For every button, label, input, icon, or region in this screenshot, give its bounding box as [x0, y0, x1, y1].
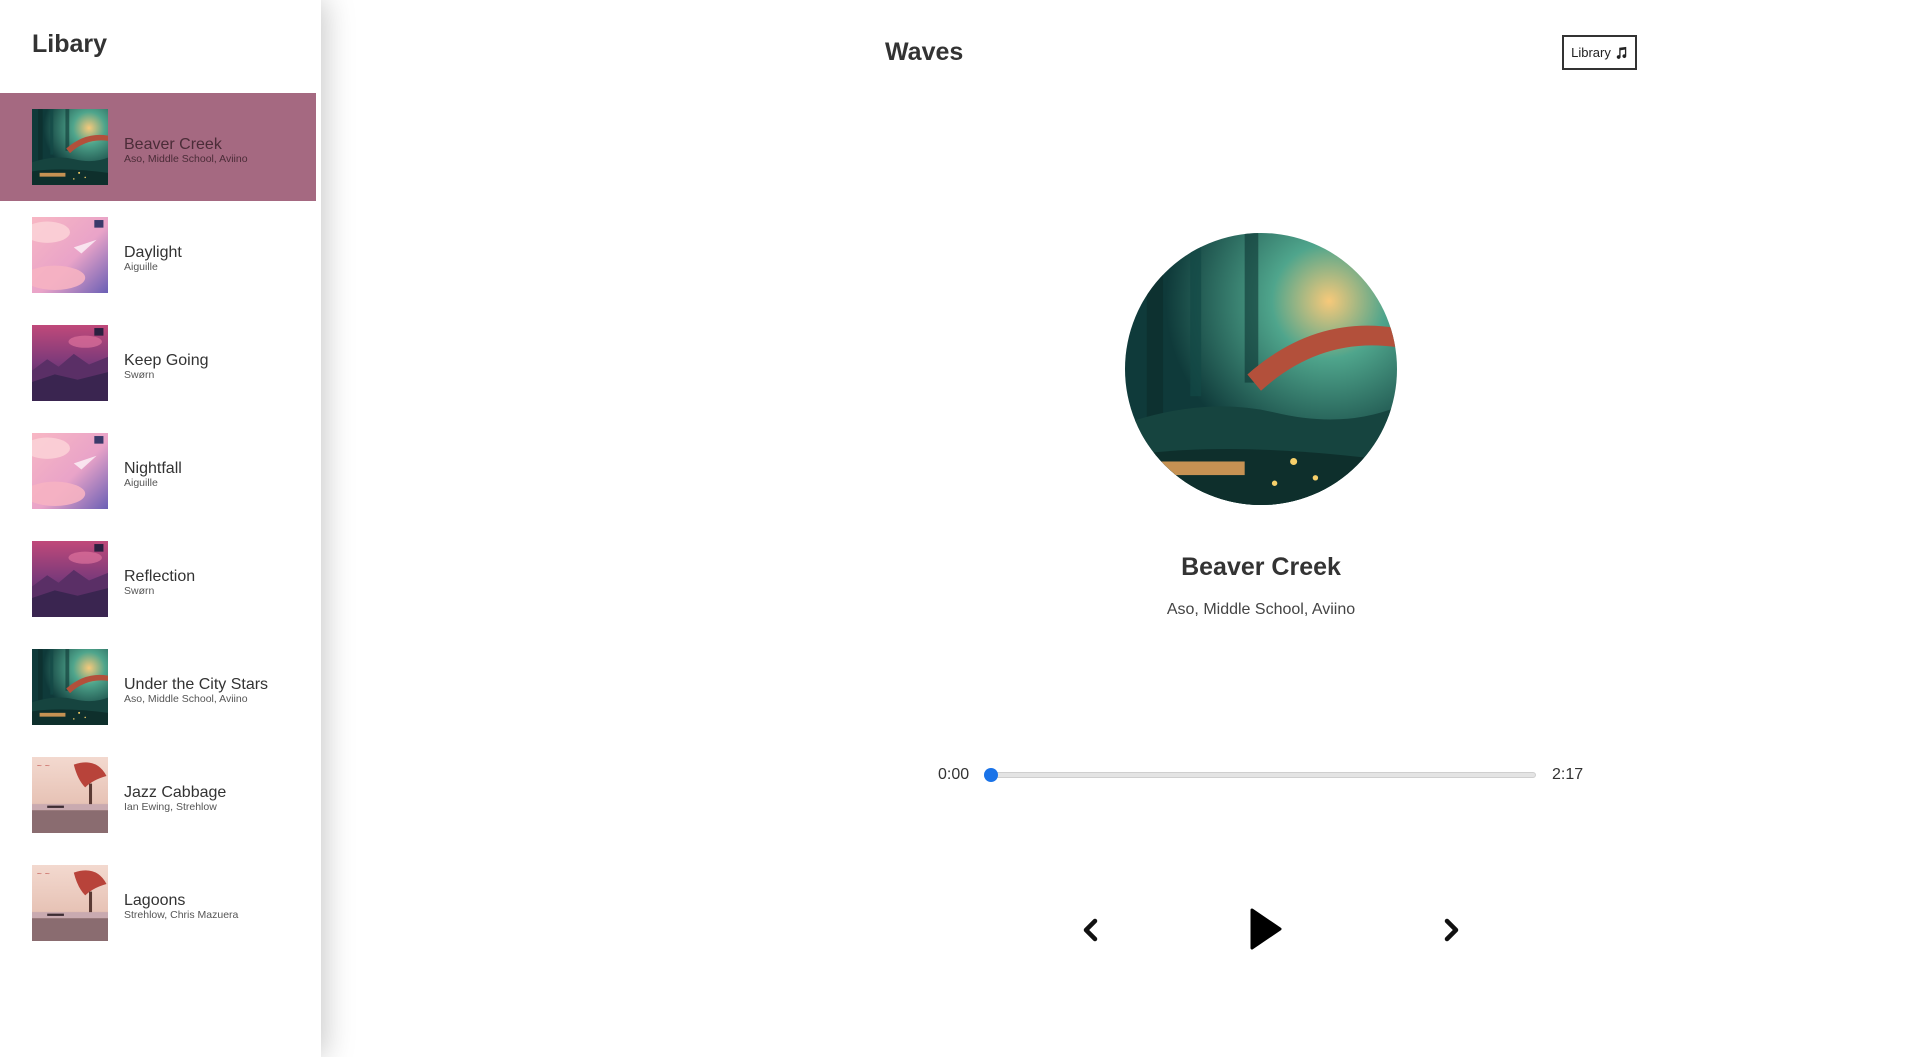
library-sidebar: Libary Beaver Creek Aso, Middle School, A… [0, 0, 321, 1057]
track-text: Nightfall Aiguille [124, 460, 182, 489]
music-note-icon [1616, 46, 1627, 59]
track-artist: Aso, Middle School, Aviino [124, 692, 248, 705]
track-cover-art [32, 649, 108, 725]
current-time: 0:00 [938, 766, 970, 783]
track-text: Jazz Cabbage Ian Ewing, Strehlow [124, 784, 226, 813]
track-artist: Strehlow, Chris Mazuera [124, 908, 239, 921]
duration-time: 2:17 [1552, 766, 1584, 783]
time-control: 0:00 2:17 [930, 760, 1590, 790]
skip-forward-button[interactable] [1436, 915, 1466, 945]
track-name: Keep Going [124, 351, 209, 369]
track-cover-art [32, 109, 108, 185]
track-cover-art [32, 217, 108, 293]
library-track-item[interactable]: Nightfall Aiguille [0, 417, 316, 525]
track-name: Reflection [124, 567, 196, 585]
track-cover-art [32, 865, 108, 941]
library-track-item[interactable]: Keep Going Swørn [0, 309, 316, 417]
library-track-item[interactable]: Beaver Creek Aso, Middle School, Aviino [0, 93, 316, 201]
track-text: Reflection Swørn [124, 568, 195, 597]
track-cover-art [32, 541, 108, 617]
library-title: Libary [32, 30, 108, 58]
library-track-item[interactable]: Lagoons Strehlow, Chris Mazuera [0, 849, 316, 957]
track-text: Under the City Stars Aso, Middle School, … [124, 676, 268, 705]
progress-slider[interactable] [984, 768, 1536, 782]
song-cover-art [1125, 233, 1397, 505]
track-cover-art [32, 757, 108, 833]
track-name: Under the City Stars [124, 675, 269, 693]
track-artist: Aso, Middle School, Aviino [124, 152, 248, 165]
track-text: Keep Going Swørn [124, 352, 209, 381]
chevron-left-icon [1083, 918, 1098, 942]
cover-image [1125, 233, 1397, 505]
library-track-item[interactable]: Jazz Cabbage Ian Ewing, Strehlow [0, 741, 316, 849]
track-name: Jazz Cabbage [124, 783, 227, 801]
track-artist: Ian Ewing, Strehlow [124, 800, 217, 813]
app-title: Waves [885, 38, 964, 66]
track-text: Lagoons Strehlow, Chris Mazuera [124, 892, 238, 921]
track-name: Nightfall [124, 459, 182, 477]
song-title: Beaver Creek [1181, 553, 1341, 581]
library-track-item[interactable]: Daylight Aiguille [0, 201, 316, 309]
progress-thumb[interactable] [984, 768, 998, 782]
library-toggle-button[interactable]: Library [1562, 35, 1637, 70]
track-artist: Swørn [124, 584, 155, 597]
library-track-item[interactable]: Under the City Stars Aso, Middle School, … [0, 633, 316, 741]
play-icon [1250, 908, 1282, 950]
play-button[interactable] [1244, 907, 1284, 951]
track-cover-art [32, 325, 108, 401]
library-button-label: Library [1571, 45, 1611, 60]
track-artist: Aiguille [124, 260, 158, 273]
track-name: Daylight [124, 243, 182, 261]
track-artist: Aiguille [124, 476, 158, 489]
track-text: Beaver Creek Aso, Middle School, Aviino [124, 136, 248, 165]
track-text: Daylight Aiguille [124, 244, 182, 273]
chevron-right-icon [1444, 918, 1459, 942]
skip-back-button[interactable] [1076, 915, 1106, 945]
track-list: Beaver Creek Aso, Middle School, Aviino Da… [0, 93, 316, 957]
song-artist: Aso, Middle School, Aviino [1166, 601, 1356, 618]
playback-controls [1060, 905, 1460, 955]
track-cover-art [32, 433, 108, 509]
track-name: Lagoons [124, 891, 186, 909]
track-artist: Swørn [124, 368, 155, 381]
track-name: Beaver Creek [124, 135, 222, 153]
library-track-item[interactable]: Reflection Swørn [0, 525, 316, 633]
